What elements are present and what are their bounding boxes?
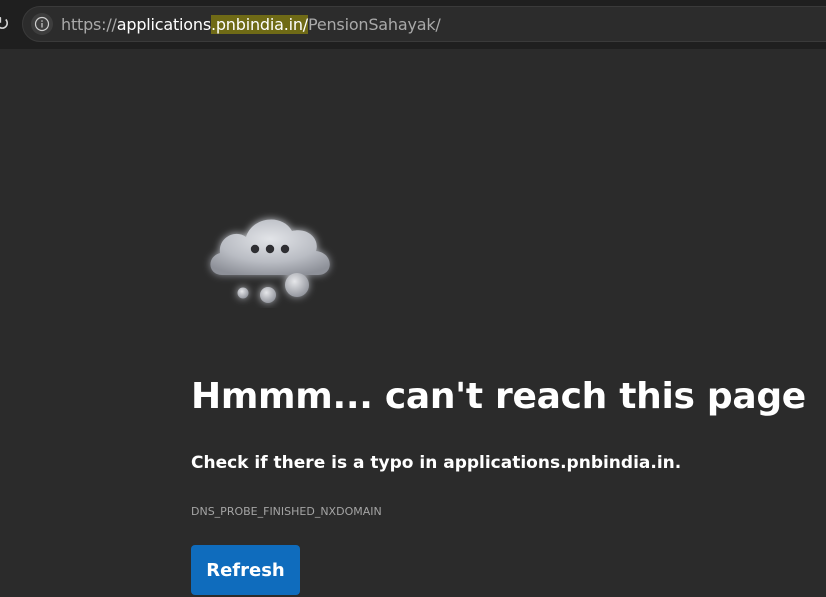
error-message: Check if there is a typo in applications…	[191, 453, 682, 473]
url-subdomain: applications	[116, 15, 211, 34]
url-domain: .pnbindia.in/	[210, 15, 308, 34]
reload-icon[interactable]: ↻	[0, 13, 10, 35]
page-title: Hmmm... can't reach this page	[191, 376, 806, 417]
url-path: PensionSahayak/	[307, 15, 441, 34]
url-text[interactable]: https://applications.pnbindia.in/Pension…	[61, 15, 441, 35]
error-code: DNS_PROBE_FINISHED_NXDOMAIN	[191, 505, 382, 518]
url-scheme: https://	[61, 15, 117, 34]
address-bar[interactable]: https://applications.pnbindia.in/Pension…	[22, 6, 826, 42]
refresh-button[interactable]: Refresh	[191, 545, 300, 595]
cloud-thinking-icon	[200, 203, 340, 308]
browser-toolbar: ↻ https://applications.pnbindia.in/Pensi…	[0, 0, 826, 49]
info-icon[interactable]	[31, 13, 53, 35]
